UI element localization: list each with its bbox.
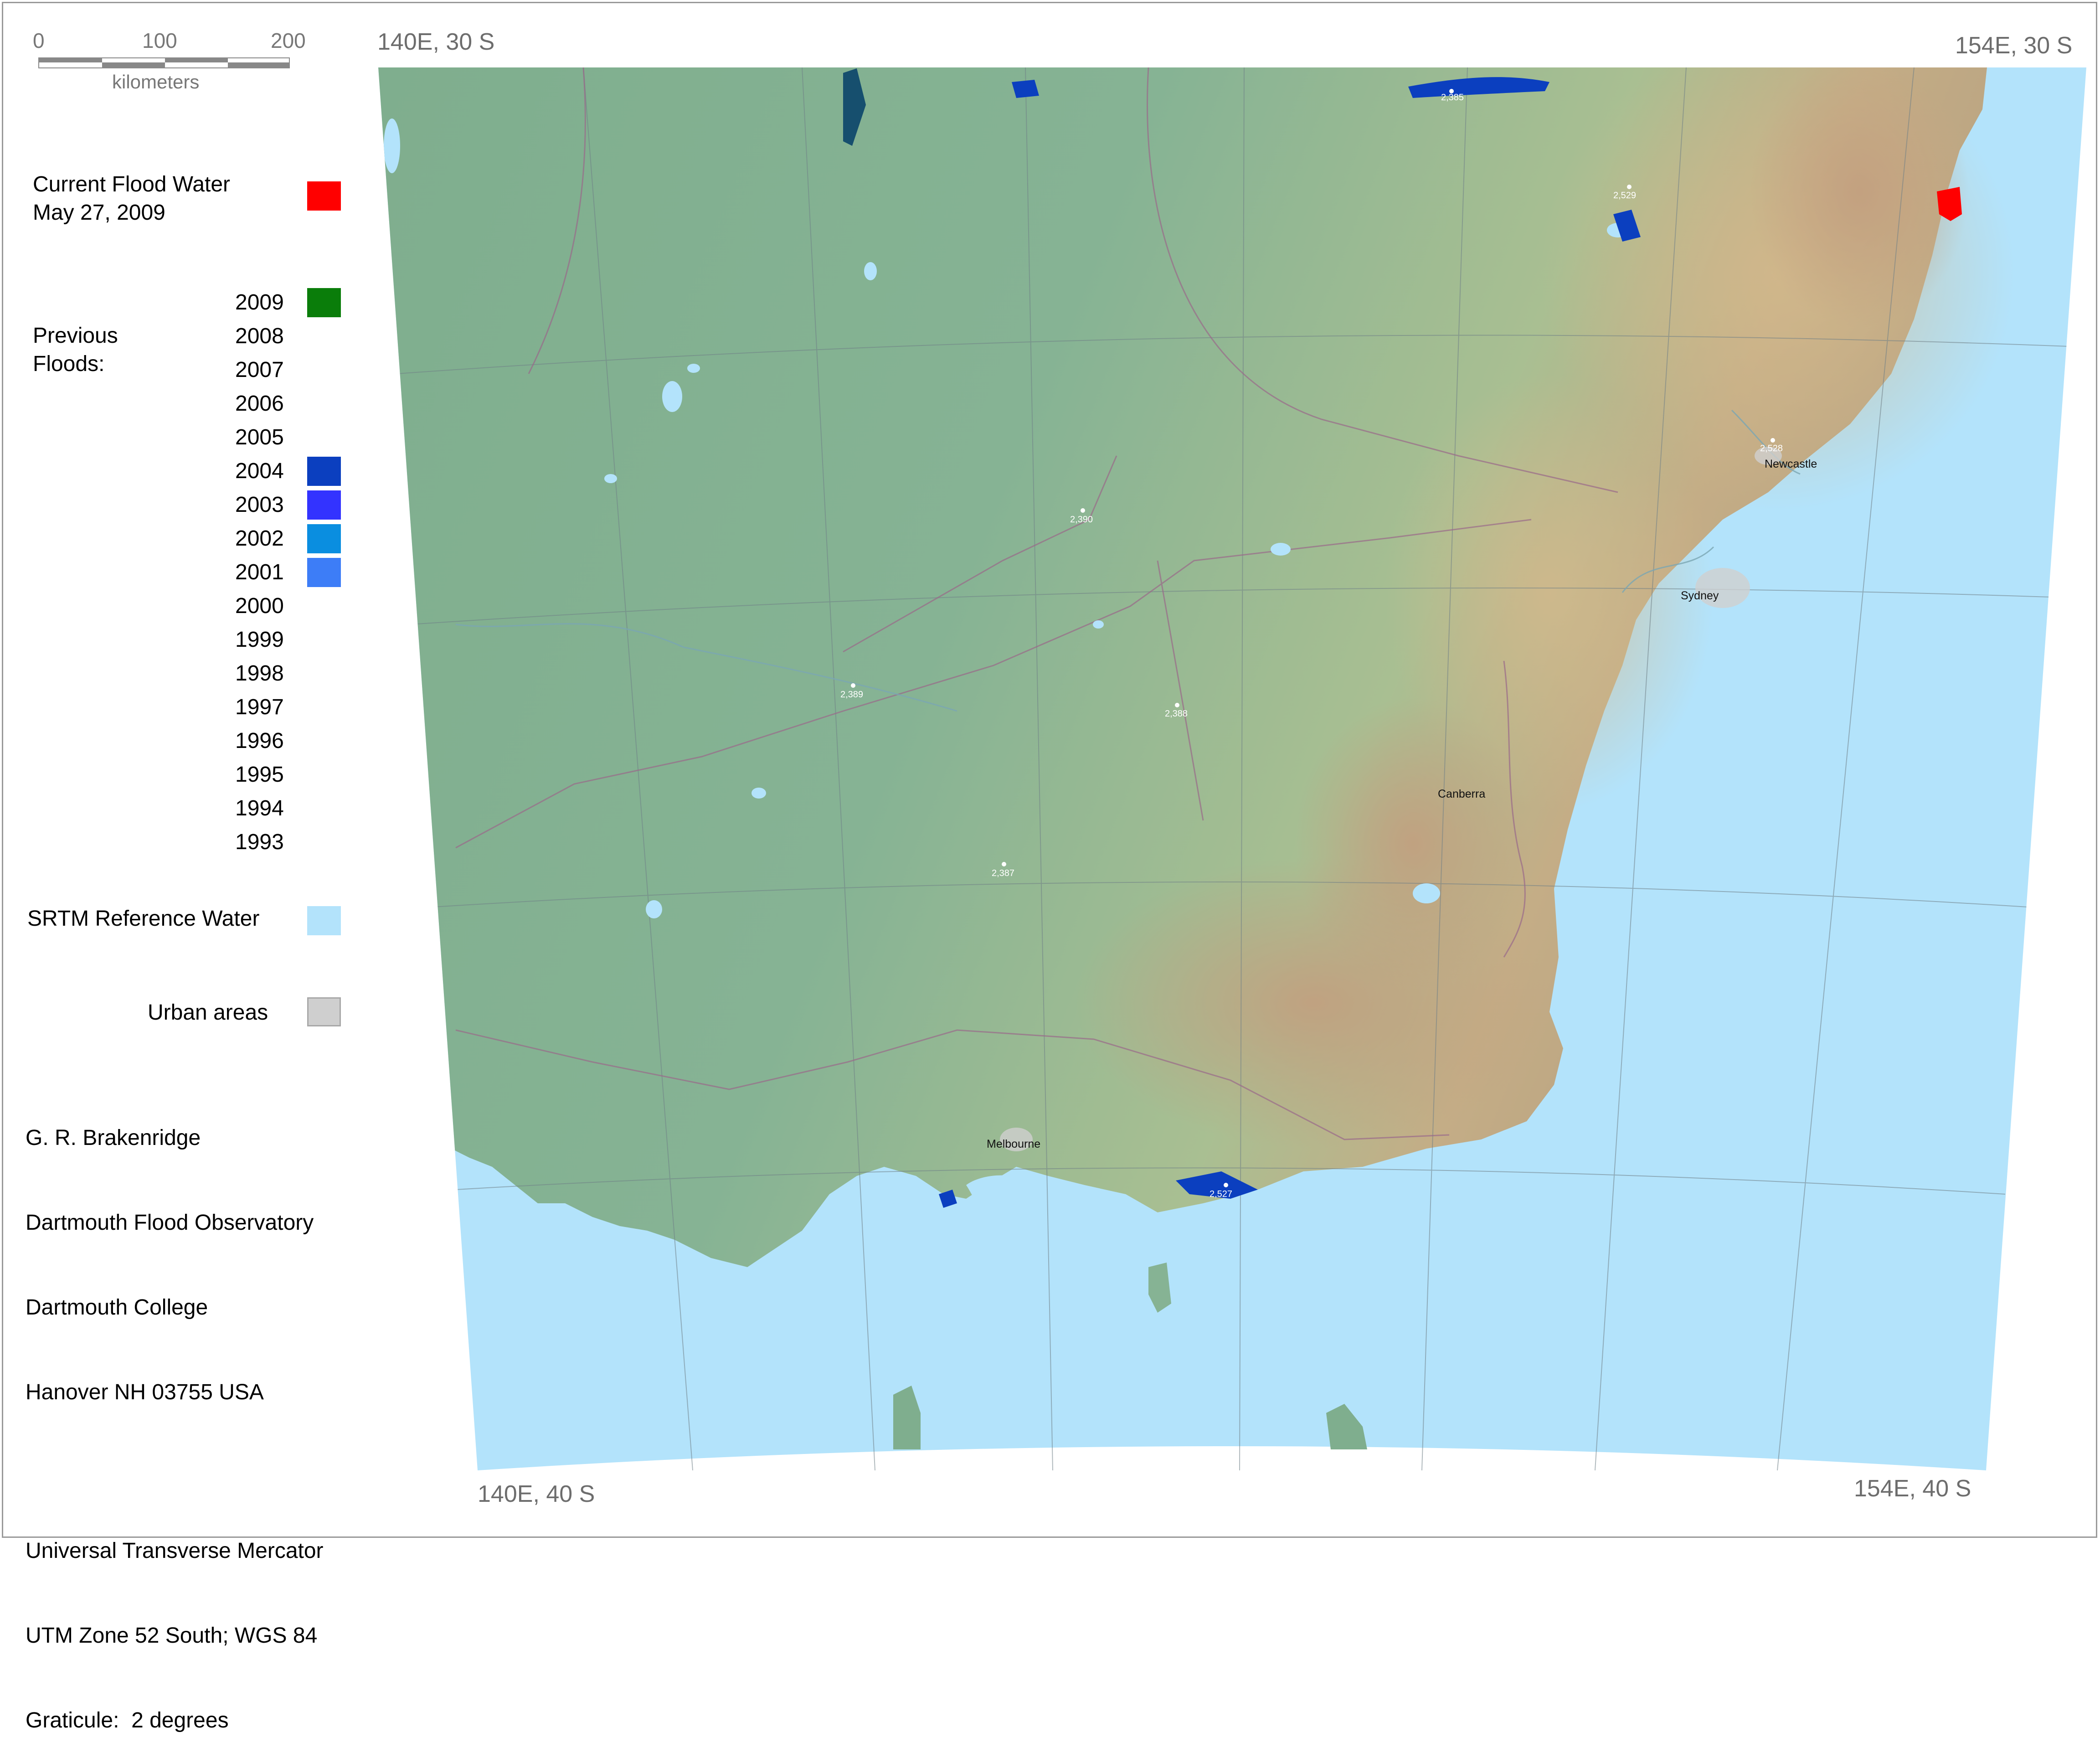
gauge-2389-marker <box>851 683 855 688</box>
gauge-2385-label: 2,385 <box>1441 93 1464 103</box>
gauge-2387-label: 2,387 <box>992 868 1014 878</box>
gauge-2389-label: 2,389 <box>840 690 863 700</box>
map-panel[interactable]: 2,385 2,529 2,528 2,390 2,389 2,388 2,38… <box>0 0 2100 1623</box>
gauge-2528-marker <box>1771 438 1775 443</box>
gauge-2527-marker <box>1224 1183 1228 1187</box>
credits-graticule: Graticule: 2 degrees <box>26 1708 229 1732</box>
credits-zone: UTM Zone 52 South; WGS 84 <box>26 1624 318 1648</box>
city-melbourne: Melbourne <box>987 1138 1040 1150</box>
gauge-2529-label: 2,529 <box>1613 191 1636 201</box>
city-canberra: Canberra <box>1438 788 1485 800</box>
highlands-canberra <box>1294 697 1531 989</box>
gauge-2390-marker <box>1081 508 1085 513</box>
city-sydney: Sydney <box>1681 589 1719 602</box>
highlands-northeast <box>1750 67 1969 328</box>
city-newcastle: Newcastle <box>1765 458 1817 470</box>
gauge-2388-marker <box>1175 703 1179 707</box>
gauge-2527-label: 2,527 <box>1210 1189 1232 1199</box>
gauge-2529-marker <box>1627 185 1632 189</box>
gauge-2387-marker <box>1002 862 1006 866</box>
gauge-2528-label: 2,528 <box>1760 443 1783 454</box>
gauge-2388-label: 2,388 <box>1165 709 1188 719</box>
gauge-2390-label: 2,390 <box>1070 515 1093 525</box>
